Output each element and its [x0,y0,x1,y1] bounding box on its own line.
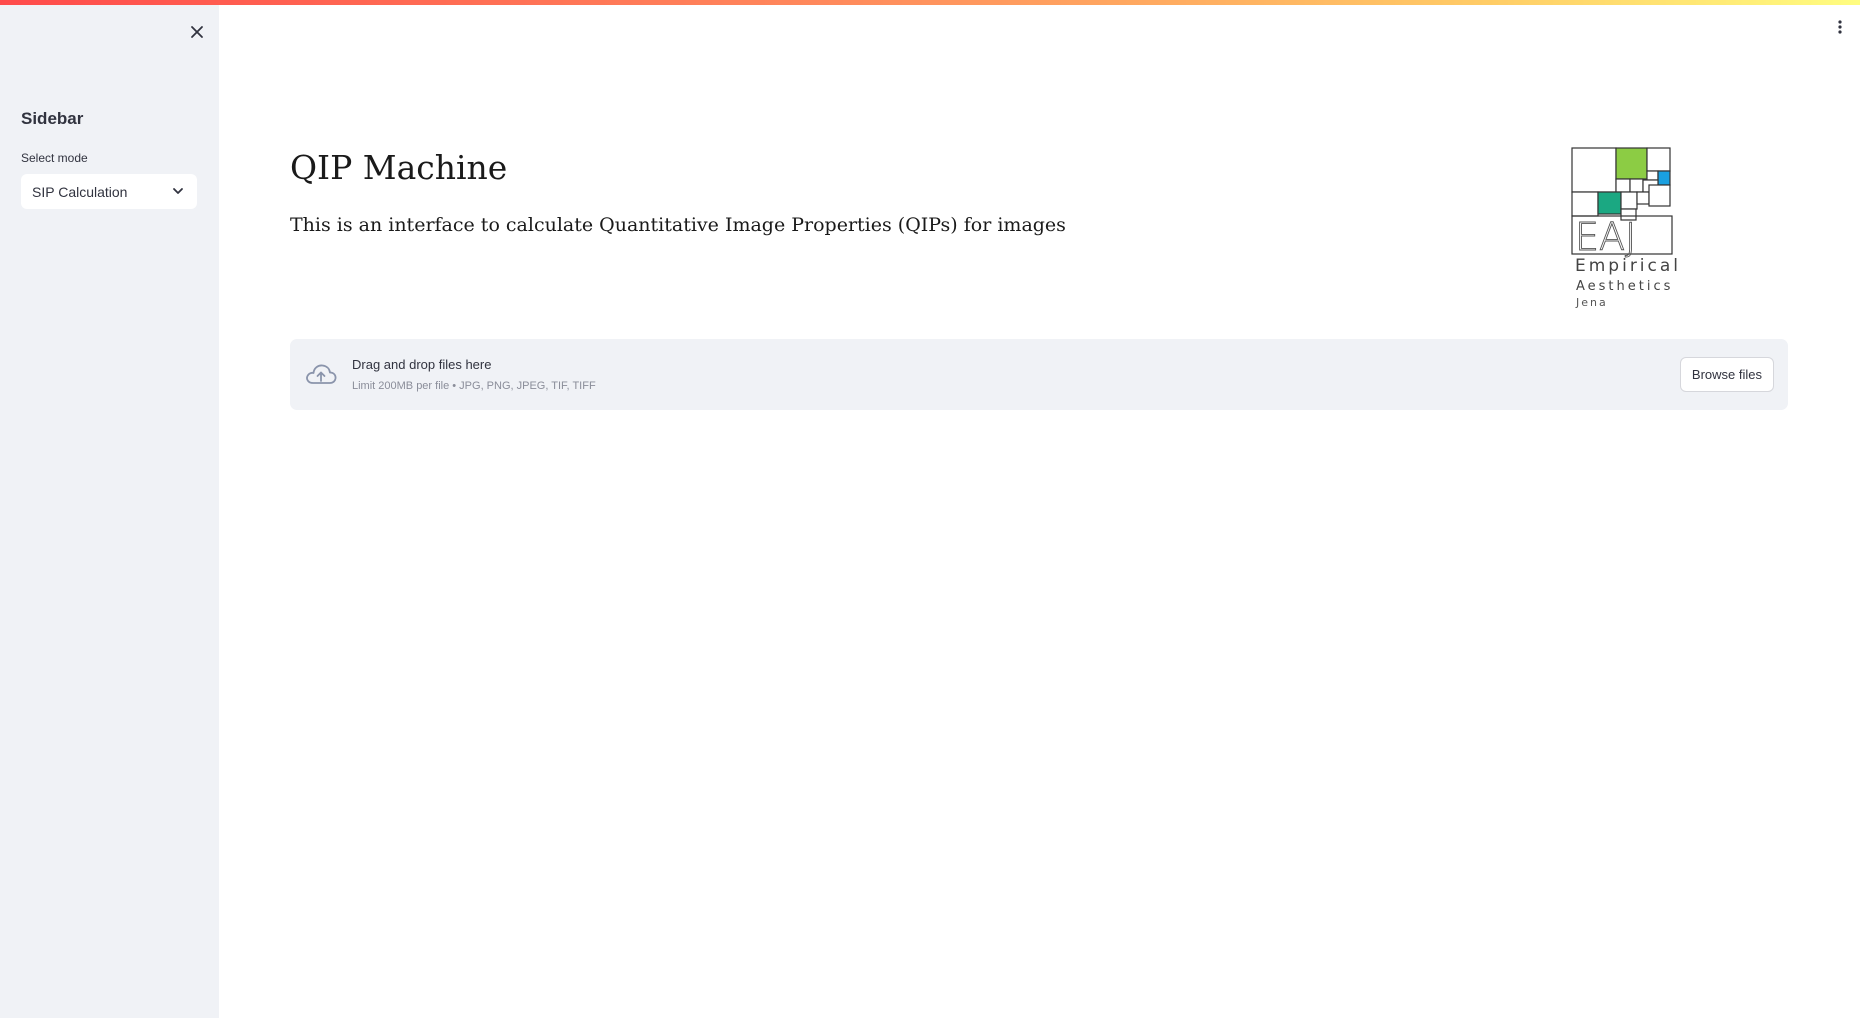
logo-letters: EAJ [1575,215,1636,259]
page-description: This is an interface to calculate Quanti… [290,214,1066,236]
kebab-menu-icon[interactable] [1832,16,1848,38]
chevron-down-icon [173,188,183,194]
file-uploader-dropzone[interactable]: Drag and drop files here Limit 200MB per… [290,339,1788,410]
browse-files-button[interactable]: Browse files [1679,357,1774,392]
select-mode-label: Select mode [21,151,88,165]
logo-text-aesthetics: Aesthetics [1576,279,1674,294]
logo-text-jena: Jena [1576,296,1608,309]
page-title: QIP Machine [290,148,508,187]
top-decoration-stripe [0,0,1860,5]
logo-text-empirical: Empirical [1575,256,1682,276]
upload-instructions: Drag and drop files here [352,357,492,372]
mode-select-value: SIP Calculation [32,183,128,200]
mode-select[interactable]: SIP Calculation [21,174,197,209]
upload-limits: Limit 200MB per file • JPG, PNG, JPEG, T… [352,380,596,392]
sidebar: Sidebar Select mode SIP Calculation [0,5,219,1018]
cloud-upload-icon [306,364,337,384]
close-icon[interactable] [186,21,208,43]
sidebar-title: Sidebar [21,109,84,128]
